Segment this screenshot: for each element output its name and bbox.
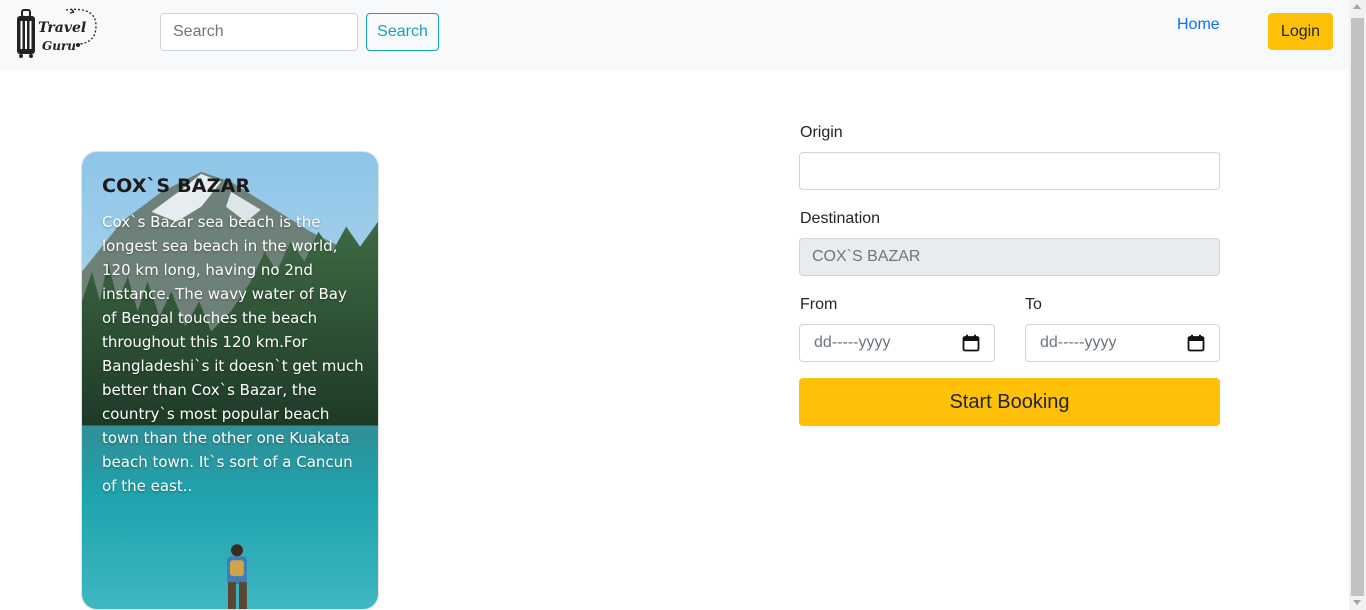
to-date-placeholder: dd-----yyyy	[1040, 334, 1117, 351]
scroll-down-arrow-icon[interactable]	[1353, 600, 1361, 605]
card-title: COX`S BAZAR	[102, 175, 251, 197]
from-label: From	[800, 296, 838, 313]
from-date-placeholder: dd-----yyyy	[814, 334, 891, 351]
from-date-input[interactable]: dd-----yyyy	[799, 324, 995, 362]
to-date-input[interactable]: dd-----yyyy	[1025, 324, 1220, 362]
origin-label: Origin	[800, 124, 843, 141]
scrollbar-thumb[interactable]	[1351, 18, 1364, 596]
svg-text:Guru: Guru	[42, 39, 76, 53]
scroll-up-arrow-icon[interactable]	[1353, 4, 1361, 9]
svg-text:Travel: Travel	[38, 20, 86, 36]
calendar-icon[interactable]	[962, 334, 980, 352]
travel-guru-logo[interactable]: Travel Guru	[14, 6, 100, 60]
destination-input[interactable]	[799, 238, 1220, 276]
nav-home-link[interactable]: Home	[1177, 16, 1220, 34]
calendar-icon[interactable]	[1187, 334, 1205, 352]
vertical-scrollbar[interactable]	[1349, 0, 1366, 610]
navbar: Travel Guru Search Home Login	[0, 0, 1349, 70]
search-input[interactable]	[160, 13, 358, 51]
start-booking-button[interactable]: Start Booking	[799, 378, 1220, 426]
search-button[interactable]: Search	[366, 13, 439, 51]
destination-card[interactable]: COX`S BAZAR Cox`s Bazar sea beach is the…	[81, 151, 379, 610]
destination-label: Destination	[800, 210, 881, 227]
card-description: Cox`s Bazar sea beach is the longest sea…	[102, 213, 364, 495]
origin-input[interactable]	[799, 152, 1220, 190]
to-label: To	[1025, 296, 1042, 313]
login-button[interactable]: Login	[1268, 13, 1333, 50]
